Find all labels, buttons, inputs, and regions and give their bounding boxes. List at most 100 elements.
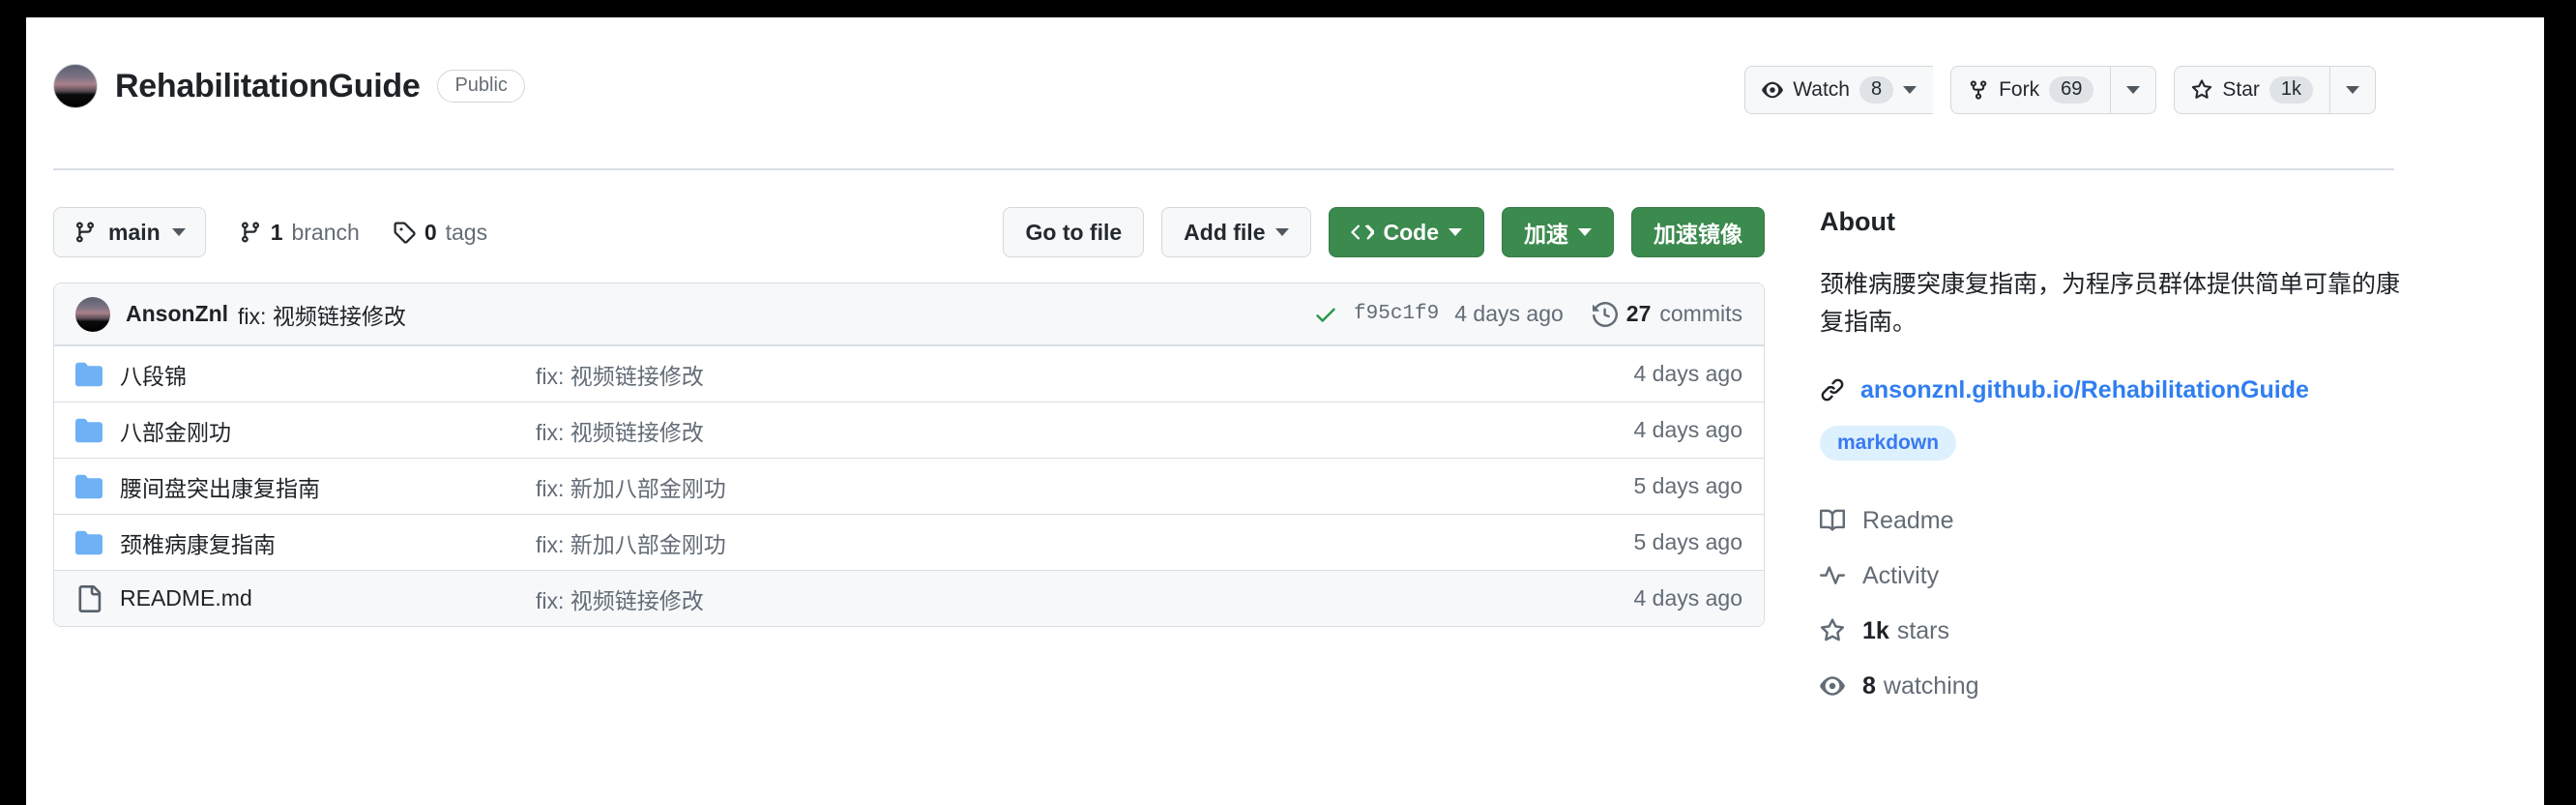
go-to-file-label: Go to file	[1025, 219, 1123, 245]
sidebar-item-activity[interactable]: Activity	[1820, 549, 2419, 604]
commit-author[interactable]: AnsonZnl	[126, 301, 228, 327]
folder-icon	[75, 361, 104, 388]
fork-button[interactable]: Fork 69	[1950, 66, 2111, 114]
topics-list: markdown	[1820, 425, 2419, 461]
link-icon	[1820, 377, 1845, 402]
accelerate-button[interactable]: 加速	[1502, 207, 1614, 257]
watch-button[interactable]: Watch 8	[1744, 66, 1934, 114]
commits-count-link[interactable]: 27 commits	[1592, 301, 1742, 327]
fork-dropdown-button[interactable]	[2110, 66, 2157, 114]
file-commit-message[interactable]: fix: 新加八部金刚功	[536, 526, 1633, 559]
file-name[interactable]: 腰间盘突出康复指南	[120, 470, 536, 503]
tags-link[interactable]: 0 tags	[393, 220, 487, 246]
star-icon	[2191, 79, 2212, 101]
file-commit-message[interactable]: fix: 视频链接修改	[536, 358, 1633, 391]
repo-title-group: RehabilitationGuide Public	[53, 64, 525, 108]
accelerate-mirror-button[interactable]: 加速镜像	[1631, 207, 1765, 257]
tag-icon	[393, 221, 416, 244]
repository-page: RehabilitationGuide Public Watch 8 Fork …	[26, 17, 2544, 805]
latest-commit-bar: AnsonZnl fix: 视频链接修改 f95c1f9 4 days ago	[54, 283, 1764, 345]
eye-icon	[1762, 79, 1784, 101]
star-dropdown-button[interactable]	[2329, 66, 2376, 114]
sidebar-item-label: stars	[1896, 616, 1949, 644]
visibility-badge: Public	[437, 70, 525, 103]
check-icon[interactable]	[1313, 302, 1338, 327]
table-row[interactable]: 八段锦 fix: 视频链接修改 4 days ago	[54, 345, 1764, 402]
fork-count: 69	[2049, 76, 2094, 104]
commits-count: 27	[1625, 301, 1652, 326]
file-time: 4 days ago	[1633, 417, 1742, 442]
sidebar-item-stars[interactable]: 1k stars	[1820, 604, 2419, 659]
file-time: 4 days ago	[1633, 585, 1742, 611]
toolbar-actions: Go to file Add file Code 加速 加速镜像	[1003, 207, 1765, 257]
about-description: 颈椎病腰突康复指南，为程序员群体提供简单可靠的康复指南。	[1820, 271, 2401, 336]
about-sidebar: About 颈椎病腰突康复指南，为程序员群体提供简单可靠的康复指南。 anson…	[1820, 207, 2419, 714]
star-button[interactable]: Star 1k	[2174, 66, 2329, 114]
header-actions: Watch 8 Fork 69 Star 1k	[1744, 66, 2376, 114]
sidebar-item-label: Activity	[1862, 561, 1940, 589]
add-file-label: Add file	[1184, 219, 1266, 245]
sidebar-item-readme[interactable]: Readme	[1820, 493, 2419, 549]
sidebar-item-label: Readme	[1862, 506, 1954, 534]
folder-icon	[75, 417, 104, 444]
watch-label: Watch	[1793, 78, 1850, 101]
commit-time: 4 days ago	[1454, 301, 1564, 326]
sidebar-item-watching[interactable]: 8 watching	[1820, 659, 2419, 714]
watch-button-group: Watch 8	[1744, 66, 1934, 114]
chevron-down-icon	[171, 228, 186, 236]
chevron-down-icon	[1449, 228, 1462, 236]
add-file-button[interactable]: Add file	[1161, 207, 1311, 257]
file-commit-message[interactable]: fix: 视频链接修改	[536, 582, 1633, 615]
commit-meta: f95c1f9 4 days ago 27 commits	[1313, 301, 1742, 327]
folder-icon	[75, 473, 104, 500]
table-row[interactable]: README.md fix: 视频链接修改 4 days ago	[54, 570, 1764, 626]
file-time: 5 days ago	[1633, 473, 1742, 498]
git-branch-icon	[73, 221, 97, 244]
history-icon	[1592, 301, 1618, 327]
commit-message[interactable]: fix: 视频链接修改	[238, 298, 406, 331]
accelerate-label: 加速	[1524, 222, 1568, 247]
go-to-file-button[interactable]: Go to file	[1003, 207, 1145, 257]
file-time: 5 days ago	[1633, 529, 1742, 554]
fork-button-group: Fork 69	[1950, 66, 2157, 114]
star-label: Star	[2222, 78, 2260, 101]
homepage-row: ansonznl.github.io/RehabilitationGuide	[1820, 376, 2419, 404]
folder-icon	[75, 529, 104, 556]
fork-label: Fork	[1999, 78, 2040, 101]
file-commit-message[interactable]: fix: 新加八部金刚功	[536, 470, 1633, 503]
file-name[interactable]: README.md	[120, 585, 536, 611]
table-row[interactable]: 八部金刚功 fix: 视频链接修改 4 days ago	[54, 402, 1764, 458]
chevron-down-icon	[1903, 86, 1917, 94]
owner-avatar[interactable]	[53, 64, 98, 108]
star-icon	[1820, 618, 1845, 643]
commits-label: commits	[1659, 301, 1742, 326]
code-icon	[1350, 221, 1374, 244]
file-name[interactable]: 八段锦	[120, 358, 536, 391]
file-table: AnsonZnl fix: 视频链接修改 f95c1f9 4 days ago	[53, 283, 1765, 627]
eye-icon	[1820, 673, 1845, 699]
git-branch-icon	[239, 221, 262, 244]
header-divider	[53, 168, 2394, 170]
book-icon	[1820, 508, 1845, 533]
sidebar-item-label: watching	[1883, 671, 1979, 700]
main-column: main 1 branch 0 tags Go to file Add file…	[53, 207, 1765, 627]
topic-tag[interactable]: markdown	[1820, 425, 1957, 461]
table-row[interactable]: 腰间盘突出康复指南 fix: 新加八部金刚功 5 days ago	[54, 458, 1764, 514]
about-heading: About	[1820, 207, 1895, 236]
file-name[interactable]: 颈椎病康复指南	[120, 526, 536, 559]
homepage-link[interactable]: ansonznl.github.io/RehabilitationGuide	[1860, 376, 2309, 404]
file-name[interactable]: 八部金刚功	[120, 414, 536, 447]
table-row[interactable]: 颈椎病康复指南 fix: 新加八部金刚功 5 days ago	[54, 514, 1764, 570]
repo-forked-icon	[1968, 79, 1989, 101]
commit-hash[interactable]: f95c1f9	[1354, 303, 1439, 325]
branches-link[interactable]: 1 branch	[239, 220, 360, 246]
page-title[interactable]: RehabilitationGuide	[115, 68, 421, 105]
branch-name: main	[108, 219, 161, 245]
tag-count-label: tags	[445, 219, 488, 245]
star-count: 1k	[2269, 76, 2313, 104]
branch-selector-button[interactable]: main	[53, 207, 206, 257]
watching-count: 8	[1862, 671, 1876, 700]
file-commit-message[interactable]: fix: 视频链接修改	[536, 414, 1633, 447]
code-button[interactable]: Code	[1328, 207, 1484, 257]
avatar[interactable]	[75, 296, 110, 332]
